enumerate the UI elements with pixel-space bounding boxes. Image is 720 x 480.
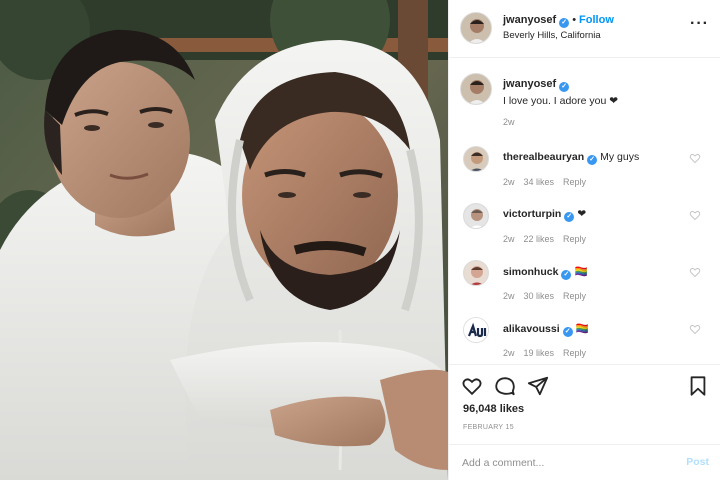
comment-username[interactable]: therealbeauryan xyxy=(503,151,584,163)
post-comment-button[interactable]: Post xyxy=(686,456,709,468)
comment-likes[interactable]: 30 likes xyxy=(524,291,555,301)
comment-text: My guys xyxy=(600,151,640,163)
comment-line: simonhuck ✓ 🏳️‍🌈 xyxy=(503,265,588,280)
post-photo[interactable] xyxy=(0,0,448,480)
comment-line: therealbeauryan ✓ My guys xyxy=(503,151,639,165)
comment-meta: 2w 22 likes Reply xyxy=(503,234,595,244)
header-line: jwanyosef ✓ • Follow xyxy=(503,14,614,28)
follow-button[interactable]: Follow xyxy=(579,14,614,26)
author-avatar[interactable] xyxy=(460,12,492,44)
comment-meta: 2w 34 likes Reply xyxy=(503,177,595,187)
verified-badge-icon: ✓ xyxy=(564,212,575,222)
commenter-avatar[interactable] xyxy=(463,146,489,172)
reply-button[interactable]: Reply xyxy=(563,234,586,244)
comment-icon[interactable] xyxy=(494,375,516,397)
reply-button[interactable]: Reply xyxy=(563,348,586,358)
caption-time: 2w xyxy=(503,117,515,127)
post-actions: 96,048 likes FEBRUARY 15 xyxy=(449,364,720,444)
author-username[interactable]: jwanyosef xyxy=(503,14,556,26)
verified-badge-icon: ✓ xyxy=(559,82,570,92)
comment-item: victorturpin ✓ ❤ 2w 22 likes Reply xyxy=(449,203,720,259)
comment-username[interactable]: simonhuck xyxy=(503,266,558,278)
post-header: jwanyosef ✓ • Follow Beverly Hills, Califor… xyxy=(449,0,720,58)
post-date: FEBRUARY 15 xyxy=(463,424,514,431)
post-location[interactable]: Beverly Hills, California xyxy=(503,30,601,41)
caption-username-line: jwanyosef ✓ xyxy=(503,78,570,92)
comment-line: alikavoussi ✓ 🏳️‍🌈 xyxy=(503,322,589,337)
comment-text: 🏳️‍🌈 xyxy=(574,266,588,278)
caption-avatar[interactable] xyxy=(460,73,492,105)
share-icon[interactable] xyxy=(527,375,549,397)
comment-like-heart-icon[interactable] xyxy=(689,152,701,164)
comment-username[interactable]: victorturpin xyxy=(503,208,561,220)
caption-text: I love you. I adore you ❤ xyxy=(503,95,619,107)
verified-badge-icon: ✓ xyxy=(587,155,598,165)
add-comment-bar: Post xyxy=(449,444,720,480)
comment-like-heart-icon[interactable] xyxy=(689,323,701,335)
comment-item: therealbeauryan ✓ My guys 2w 34 likes Reply xyxy=(449,146,720,202)
verified-badge-icon: ✓ xyxy=(561,270,572,280)
comment-input[interactable] xyxy=(462,455,662,471)
commenter-avatar[interactable] xyxy=(463,317,489,343)
reply-button[interactable]: Reply xyxy=(563,177,586,187)
bookmark-icon[interactable] xyxy=(687,375,709,397)
comment-text: ❤ xyxy=(577,208,587,220)
comment-time: 2w xyxy=(503,348,515,358)
comment-line: victorturpin ✓ ❤ xyxy=(503,208,586,222)
comment-like-heart-icon[interactable] xyxy=(689,209,701,221)
heart-icon[interactable] xyxy=(461,375,483,397)
reply-button[interactable]: Reply xyxy=(563,291,586,301)
separator-dot: • xyxy=(572,14,577,26)
commenter-avatar[interactable] xyxy=(463,260,489,286)
post-sidebar: jwanyosef ✓ • Follow Beverly Hills, Califor… xyxy=(448,0,720,480)
comment-time: 2w xyxy=(503,177,515,187)
post-caption: jwanyosef ✓ I love you. I adore you ❤ 2w xyxy=(449,64,720,136)
comment-meta: 2w 30 likes Reply xyxy=(503,291,595,301)
likes-count[interactable]: 96,048 likes xyxy=(463,403,524,415)
comment-username[interactable]: alikavoussi xyxy=(503,323,560,335)
caption-username[interactable]: jwanyosef xyxy=(503,78,556,90)
verified-badge-icon: ✓ xyxy=(562,327,573,337)
commenter-avatar[interactable] xyxy=(463,203,489,229)
more-horizontal-icon[interactable]: ··· xyxy=(690,15,709,33)
comment-text: 🏳️‍🌈 xyxy=(575,323,589,335)
verified-badge-icon: ✓ xyxy=(559,18,570,28)
comment-item: simonhuck ✓ 🏳️‍🌈 2w 30 likes Reply xyxy=(449,260,720,316)
comment-time: 2w xyxy=(503,234,515,244)
comment-time: 2w xyxy=(503,291,515,301)
comment-likes[interactable]: 19 likes xyxy=(524,348,555,358)
comment-like-heart-icon[interactable] xyxy=(689,266,701,278)
comment-likes[interactable]: 34 likes xyxy=(524,177,555,187)
comment-meta: 2w 19 likes Reply xyxy=(503,348,595,358)
comment-likes[interactable]: 22 likes xyxy=(524,234,555,244)
